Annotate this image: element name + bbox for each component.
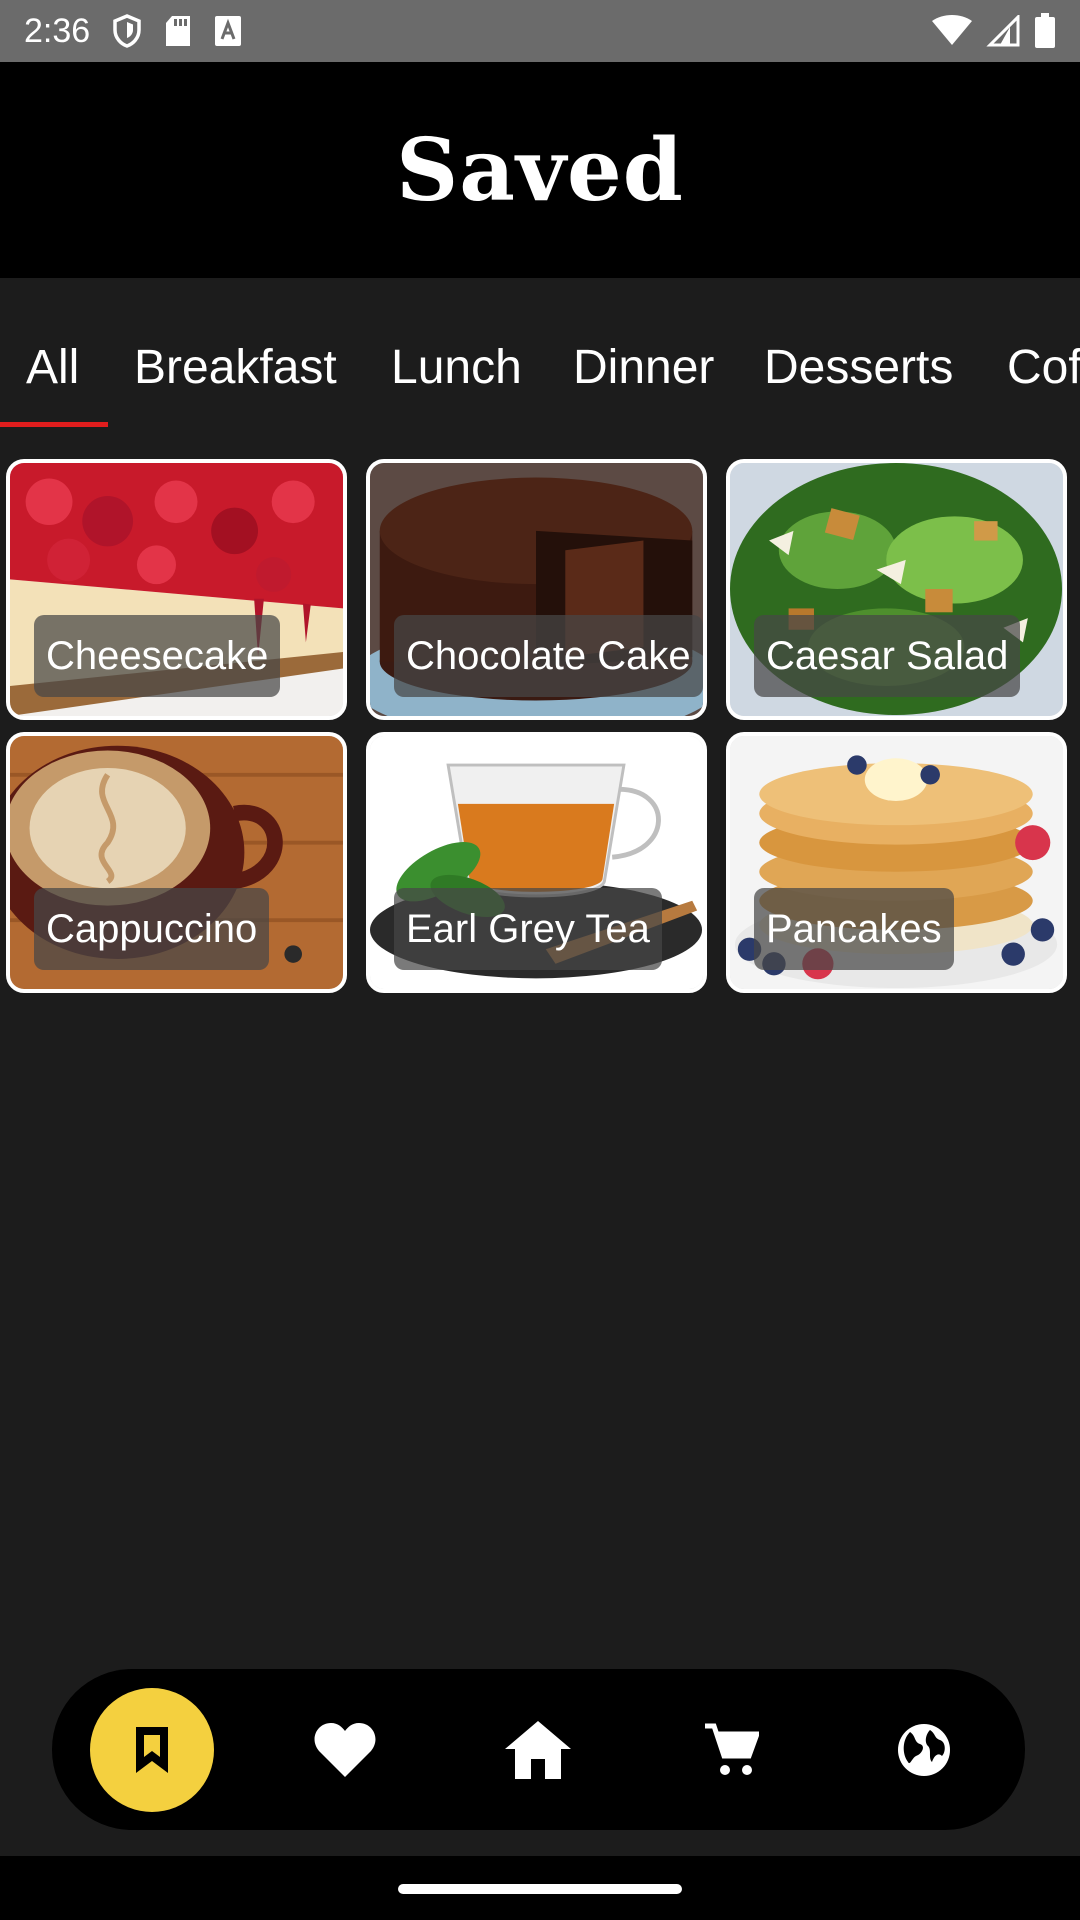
active-tab-indicator: [0, 422, 108, 427]
wifi-icon: [932, 15, 972, 45]
tab-breakfast[interactable]: Breakfast: [134, 340, 337, 395]
recipe-card-earl-grey-tea[interactable]: Earl Grey Tea: [366, 732, 707, 993]
heart-icon: [314, 1722, 376, 1777]
tab-coffee[interactable]: Cof: [1007, 340, 1080, 395]
nav-explore[interactable]: [862, 1669, 986, 1830]
status-time: 2:36: [24, 11, 91, 50]
recipe-name: Caesar Salad: [754, 615, 1021, 697]
recipe-name: Earl Grey Tea: [394, 888, 662, 970]
recipe-name: Pancakes: [754, 888, 954, 970]
cart-icon: [705, 1723, 759, 1775]
page-title: Saved: [396, 119, 684, 221]
nav-home[interactable]: [476, 1669, 600, 1830]
active-nav-bubble: [90, 1687, 214, 1812]
home-icon: [505, 1720, 571, 1779]
recipe-card-cappuccino[interactable]: Cappuccino: [6, 732, 347, 993]
recipe-card-caesar-salad[interactable]: Caesar Salad: [726, 459, 1067, 720]
recipe-card-cheesecake[interactable]: Cheesecake: [6, 459, 347, 720]
recipe-name: Chocolate Cake: [394, 615, 703, 697]
nav-saved[interactable]: [90, 1669, 214, 1830]
app-header: Saved: [0, 62, 1080, 278]
nav-cart[interactable]: [669, 1669, 793, 1830]
gesture-bar: [0, 1856, 1080, 1920]
text-a-icon: [215, 16, 242, 46]
category-tabs: All Breakfast Lunch Dinner Desserts Cof: [0, 278, 1080, 428]
tab-dinner[interactable]: Dinner: [573, 340, 714, 395]
bookmark-icon: [136, 1726, 168, 1773]
battery-icon: [1035, 13, 1055, 48]
recipe-card-chocolate-cake[interactable]: Chocolate Cake: [366, 459, 707, 720]
recipe-name: Cappuccino: [34, 888, 270, 970]
recipe-card-pancakes[interactable]: Pancakes: [726, 732, 1067, 993]
nav-favorites[interactable]: [283, 1669, 407, 1830]
tab-all[interactable]: All: [26, 340, 79, 395]
recipe-name: Cheesecake: [34, 615, 281, 697]
status-bar: 2:36: [0, 0, 1080, 62]
sd-card-icon: [166, 16, 191, 46]
globe-icon: [898, 1723, 950, 1776]
shield-icon: [113, 14, 141, 48]
signal-icon: [986, 15, 1020, 47]
home-gesture-handle[interactable]: [398, 1884, 682, 1894]
tab-desserts[interactable]: Desserts: [764, 340, 953, 395]
bottom-navigation: [52, 1669, 1025, 1830]
tab-lunch[interactable]: Lunch: [391, 340, 522, 395]
